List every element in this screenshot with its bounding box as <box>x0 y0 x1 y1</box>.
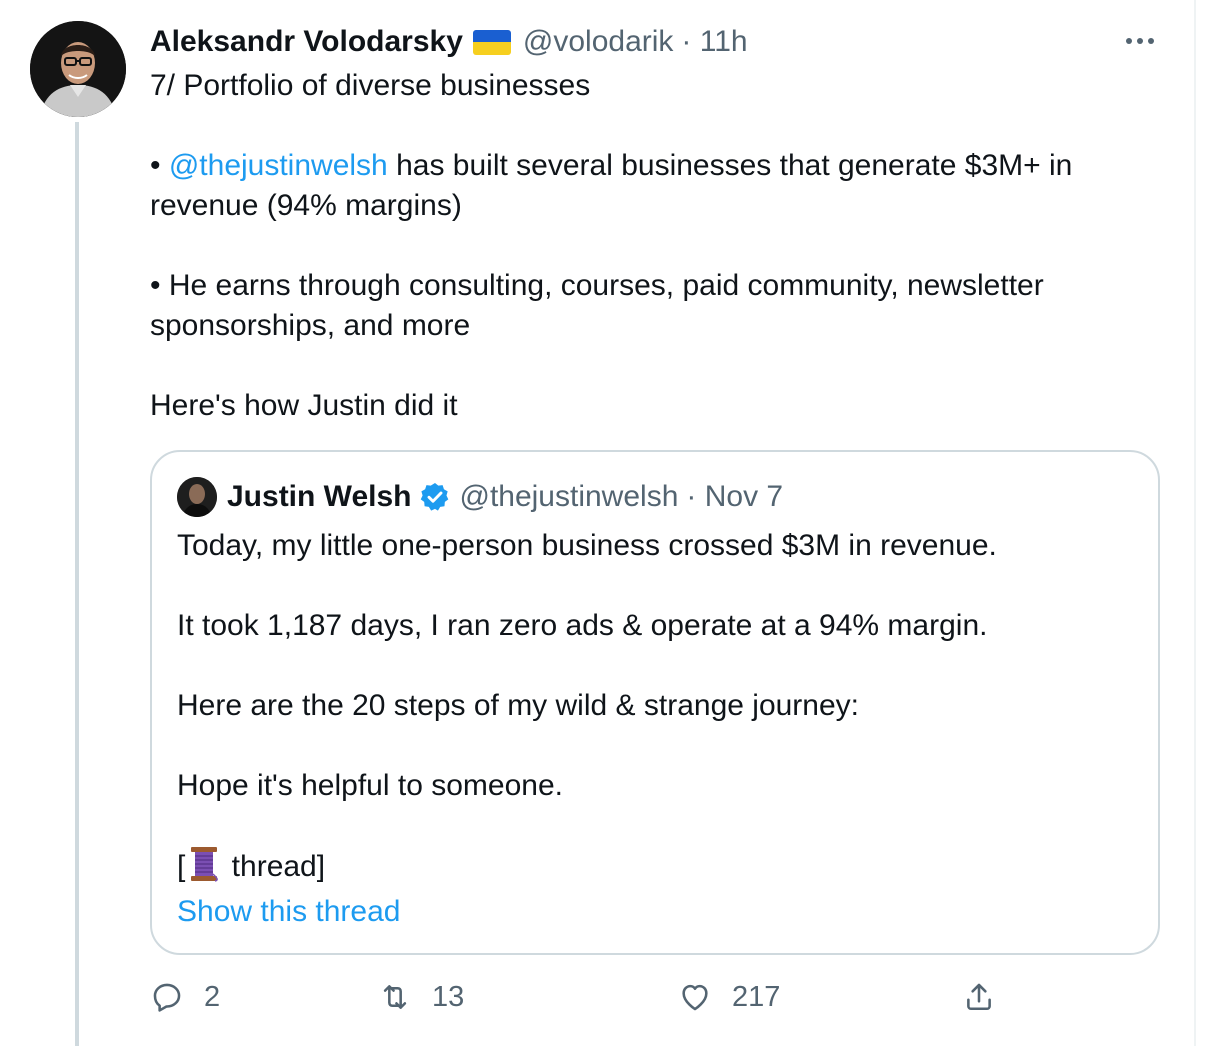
quoted-line-4: Hope it's helpful to someone. <box>177 769 563 802</box>
ukraine-flag-icon <box>472 29 511 55</box>
quoted-line-5: [ thread] <box>177 846 1137 887</box>
quoted-author-handle[interactable]: @thejustinwelsh <box>459 480 678 514</box>
retweet-icon <box>383 985 407 1009</box>
tweet-body: 7/ Portfolio of diverse businesses • @th… <box>150 66 1150 426</box>
show-this-thread-link[interactable]: Show this thread <box>177 892 400 932</box>
quoted-author-avatar[interactable] <box>177 477 217 517</box>
mention-link[interactable]: @thejustinwelsh <box>169 149 388 182</box>
tweet-paragraph-3: • He earns through consulting, courses, … <box>150 269 1044 342</box>
quoted-tweet-timestamp[interactable]: · Nov 7 <box>686 480 783 514</box>
bracket-open: [ <box>177 850 186 883</box>
reply-button[interactable]: 2 <box>150 980 220 1014</box>
retweet-button[interactable]: 13 <box>378 980 464 1014</box>
like-button[interactable]: 217 <box>678 980 780 1014</box>
share-button[interactable] <box>962 980 1016 1014</box>
tweet-timestamp[interactable]: · 11h <box>681 25 747 59</box>
bullet: • <box>150 149 169 182</box>
more-options-icon[interactable] <box>1126 38 1154 44</box>
author-name[interactable]: Aleksandr Volodarsky <box>150 25 463 59</box>
quoted-tweet-header: Justin Welsh @thejustinwelsh · Nov 7 <box>177 477 783 517</box>
thread-connector-line <box>75 122 79 1046</box>
tweet-actions-bar: 2 13 217 <box>150 980 1050 1024</box>
tweet-paragraph-4: Here's how Justin did it <box>150 389 458 422</box>
tweet-header: Aleksandr Volodarsky @volodarik · 11h <box>150 22 748 62</box>
retweet-count: 13 <box>432 980 465 1013</box>
author-avatar[interactable] <box>30 21 126 117</box>
quoted-line-1: Today, my little one-person business cro… <box>177 529 997 562</box>
quoted-line-2: It took 1,187 days, I ran zero ads & ope… <box>177 609 988 642</box>
tweet-paragraph-1: 7/ Portfolio of diverse businesses <box>150 69 591 102</box>
quoted-line-3: Here are the 20 steps of my wild & stran… <box>177 689 860 722</box>
tweet-paragraph-2: • @thejustinwelsh has built several busi… <box>150 146 1150 226</box>
like-count: 217 <box>732 980 781 1013</box>
reply-icon <box>153 983 181 1012</box>
share-icon <box>967 983 991 1011</box>
author-handle[interactable]: @volodarik <box>523 25 674 59</box>
reply-count: 2 <box>204 980 221 1013</box>
quoted-tweet-card[interactable]: Justin Welsh @thejustinwelsh · Nov 7 Tod… <box>150 450 1160 955</box>
quoted-tweet-body: Today, my little one-person business cro… <box>177 526 1137 887</box>
heart-icon <box>682 984 708 1011</box>
quoted-author-name[interactable]: Justin Welsh <box>227 480 411 514</box>
verified-badge-icon <box>419 481 451 513</box>
thread-label: thread] <box>223 850 326 883</box>
column-divider <box>1194 0 1196 1046</box>
spool-of-thread-icon <box>189 846 219 882</box>
